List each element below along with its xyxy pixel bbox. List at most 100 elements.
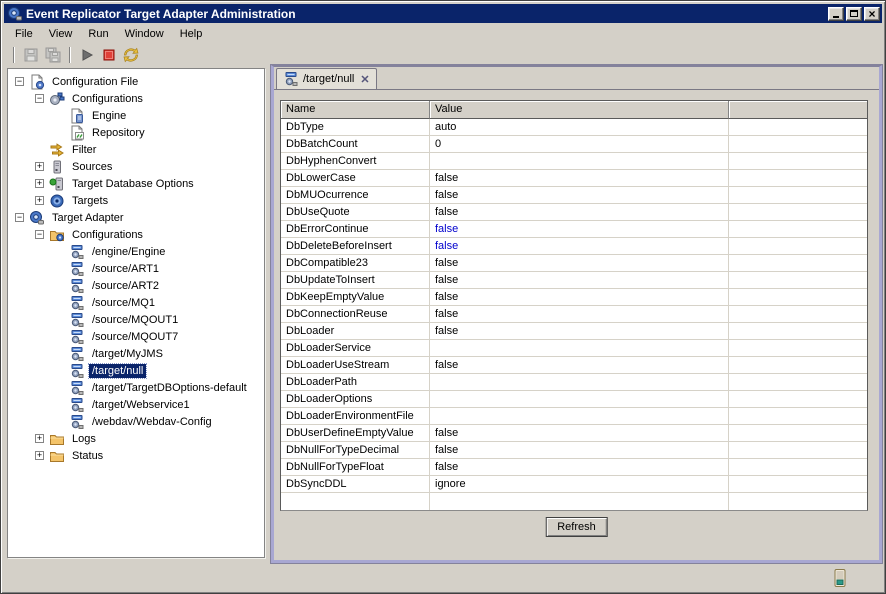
property-value[interactable] [430, 391, 729, 407]
property-value[interactable]: false [430, 442, 729, 458]
tree-item-webdav-webdav-config[interactable]: /webdav/Webdav-Config [8, 413, 264, 430]
property-value[interactable]: false [430, 272, 729, 288]
property-value[interactable]: false [430, 459, 729, 475]
property-row-dbloaderservice[interactable]: DbLoaderService [281, 340, 867, 357]
collapse-icon[interactable]: − [35, 230, 44, 239]
property-row-dbsyncddl[interactable]: DbSyncDDLignore [281, 476, 867, 493]
tree-item-repository[interactable]: Repository [8, 124, 264, 141]
expand-icon[interactable]: + [35, 434, 44, 443]
property-value[interactable]: false [430, 425, 729, 441]
property-row-dbbatchcount[interactable]: DbBatchCount0 [281, 136, 867, 153]
property-row-dblowercase[interactable]: DbLowerCasefalse [281, 170, 867, 187]
tree-item-source-mqout1[interactable]: /source/MQOUT1 [8, 311, 264, 328]
tree-item-target-webservice1[interactable]: /target/Webservice1 [8, 396, 264, 413]
property-row-dbtype[interactable]: DbTypeauto [281, 119, 867, 136]
menu-window[interactable]: Window [117, 26, 172, 42]
tree-item-configurations[interactable]: −Configurations [8, 90, 264, 107]
property-row-dbkeepemptyvalue[interactable]: DbKeepEmptyValuefalse [281, 289, 867, 306]
tree-item-target-targetdboptions-default[interactable]: /target/TargetDBOptions-default [8, 379, 264, 396]
expand-icon[interactable]: + [35, 179, 44, 188]
property-row-dberrorcontinue[interactable]: DbErrorContinuefalse [281, 221, 867, 238]
property-value[interactable] [430, 153, 729, 169]
column-header-value[interactable]: Value [430, 101, 729, 119]
column-header-empty[interactable] [729, 101, 867, 119]
close-button[interactable] [864, 7, 880, 21]
property-row-dbdeletebeforeinsert[interactable]: DbDeleteBeforeInsertfalse [281, 238, 867, 255]
property-row-dbuserdefineemptyvalue[interactable]: DbUserDefineEmptyValuefalse [281, 425, 867, 442]
tab-close-icon[interactable] [360, 73, 369, 86]
menu-file[interactable]: File [7, 26, 41, 42]
property-value[interactable]: false [430, 238, 729, 254]
property-name: DbNullForTypeFloat [281, 459, 430, 475]
property-value[interactable]: false [430, 221, 729, 237]
property-value[interactable]: 0 [430, 136, 729, 152]
property-value[interactable] [430, 493, 729, 510]
expand-icon[interactable]: + [35, 451, 44, 460]
property-value[interactable]: ignore [430, 476, 729, 492]
property-row-dbloaderoptions[interactable]: DbLoaderOptions [281, 391, 867, 408]
tree-item-target-null[interactable]: /target/null [8, 362, 264, 379]
property-value[interactable]: false [430, 323, 729, 339]
tree-item-target-database-options[interactable]: +Target Database Options [8, 175, 264, 192]
menu-help[interactable]: Help [172, 26, 211, 42]
collapse-icon[interactable]: − [15, 77, 24, 86]
property-row-dbloaderenvironmentfile[interactable]: DbLoaderEnvironmentFile [281, 408, 867, 425]
tree-item-filter[interactable]: Filter [8, 141, 264, 158]
heap-status-icon[interactable] [834, 569, 846, 587]
run-button[interactable] [76, 45, 98, 65]
collapse-icon[interactable]: − [35, 94, 44, 103]
property-value[interactable]: false [430, 187, 729, 203]
tree-item-logs[interactable]: +Logs [8, 430, 264, 447]
property-value[interactable]: false [430, 204, 729, 220]
column-header-name[interactable]: Name [281, 101, 430, 119]
property-value[interactable] [430, 340, 729, 356]
property-row-dbnullfortypefloat[interactable]: DbNullForTypeFloatfalse [281, 459, 867, 476]
property-value[interactable]: auto [430, 119, 729, 135]
property-row-dbloaderpath[interactable]: DbLoaderPath [281, 374, 867, 391]
sync-button[interactable] [120, 45, 142, 65]
tree-item-status[interactable]: +Status [8, 447, 264, 464]
property-value[interactable]: false [430, 255, 729, 271]
refresh-button[interactable]: Refresh [545, 517, 608, 537]
menu-view[interactable]: View [41, 26, 81, 42]
tree-item-sources[interactable]: +Sources [8, 158, 264, 175]
tree-item-configurations[interactable]: −Configurations [8, 226, 264, 243]
property-row-dbnullfortypedecimal[interactable]: DbNullForTypeDecimalfalse [281, 442, 867, 459]
tree-item-configuration-file[interactable]: −Configuration File [8, 73, 264, 90]
property-value[interactable]: false [430, 170, 729, 186]
stop-button[interactable] [98, 45, 120, 65]
tree-item-source-art1[interactable]: /source/ART1 [8, 260, 264, 277]
property-value[interactable] [430, 408, 729, 424]
maximize-button[interactable] [846, 7, 862, 21]
tab-target-null[interactable]: /target/null [276, 68, 377, 89]
stop-icon [101, 47, 117, 63]
property-row-dbloader[interactable]: DbLoaderfalse [281, 323, 867, 340]
property-row-dbhyphenconvert[interactable]: DbHyphenConvert [281, 153, 867, 170]
minimize-button[interactable] [828, 7, 844, 21]
property-row-dbusequote[interactable]: DbUseQuotefalse [281, 204, 867, 221]
property-value[interactable]: false [430, 306, 729, 322]
property-value[interactable] [430, 374, 729, 390]
target-adapter-icon [29, 210, 45, 226]
tree-item-source-mq1[interactable]: /source/MQ1 [8, 294, 264, 311]
expand-icon[interactable]: + [35, 162, 44, 171]
property-row-dbupdatetoinsert[interactable]: DbUpdateToInsertfalse [281, 272, 867, 289]
expand-icon[interactable]: + [35, 196, 44, 205]
tree-item-engine-engine[interactable]: /engine/Engine [8, 243, 264, 260]
tree-item-target-myjms[interactable]: /target/MyJMS [8, 345, 264, 362]
property-row-dbcompatible23[interactable]: DbCompatible23false [281, 255, 867, 272]
tree-item-engine[interactable]: Engine [8, 107, 264, 124]
property-extra [729, 374, 867, 390]
property-value[interactable]: false [430, 289, 729, 305]
menu-run[interactable]: Run [80, 26, 116, 42]
property-row-dbmuocurrence[interactable]: DbMUOcurrencefalse [281, 187, 867, 204]
property-row-dbloaderusestream[interactable]: DbLoaderUseStreamfalse [281, 357, 867, 374]
property-row-dbconnectionreuse[interactable]: DbConnectionReusefalse [281, 306, 867, 323]
tree-item-target-adapter[interactable]: −Target Adapter [8, 209, 264, 226]
collapse-icon[interactable]: − [15, 213, 24, 222]
tree-item-source-art2[interactable]: /source/ART2 [8, 277, 264, 294]
property-value[interactable]: false [430, 357, 729, 373]
tree-item-targets[interactable]: +Targets [8, 192, 264, 209]
property-row-blank[interactable] [281, 493, 867, 510]
tree-item-source-mqout7[interactable]: /source/MQOUT7 [8, 328, 264, 345]
